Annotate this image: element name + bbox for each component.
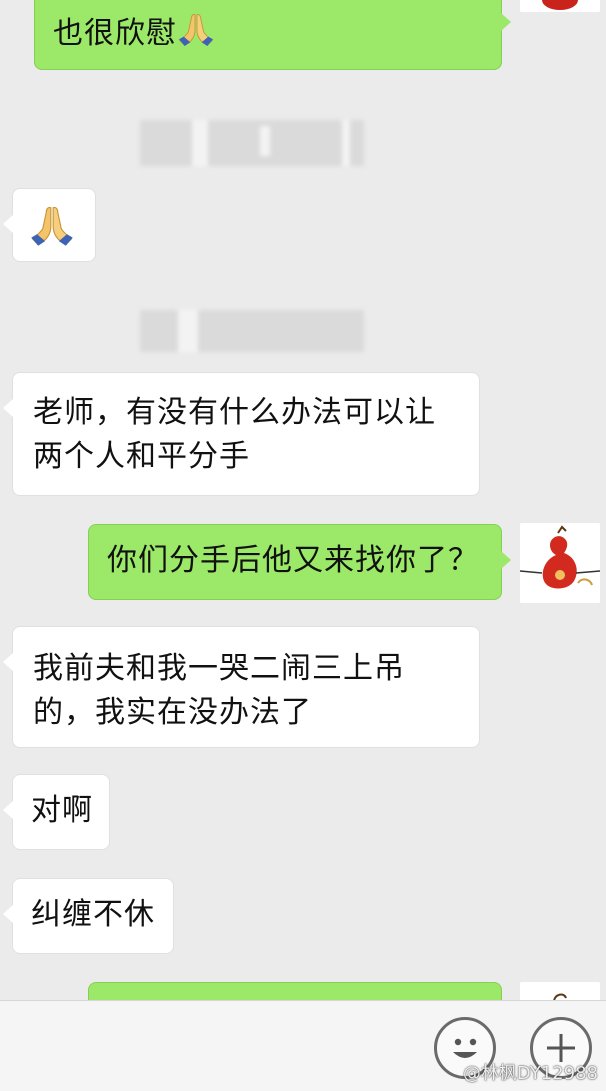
message-bubble-outgoing[interactable]: 你们分手后他又来找你了？: [88, 524, 511, 600]
message-text: 也很欣慰: [53, 11, 483, 56]
message-text: 老师，有没有什么办法可以让: [33, 395, 436, 430]
message-text: 两个人和平分手: [33, 439, 250, 474]
message-text: 纠缠不休: [31, 897, 155, 932]
message-bubble-incoming[interactable]: 对啊: [3, 774, 110, 850]
avatar[interactable]: [520, 523, 600, 603]
message-bubble-incoming[interactable]: 纠缠不休: [3, 878, 174, 954]
avatar-gourd-icon: [520, 0, 600, 12]
watermark: @林枫DY12988: [462, 1063, 598, 1084]
message-text: 对啊: [31, 793, 93, 828]
avatar[interactable]: [520, 982, 600, 1000]
message-bubble-incoming[interactable]: [3, 188, 96, 262]
message-text: 你们分手后他又来找你了？: [107, 543, 479, 578]
avatar-gourd-icon: [520, 523, 600, 603]
message-bubble-outgoing[interactable]: 也很欣慰: [34, 0, 511, 70]
chat-area: 也很欣慰 老师，有没有什么办法可以让 两个人和平分手 你们分手后他又来找你了？: [0, 0, 606, 1000]
blurred-info: [140, 310, 364, 352]
avatar[interactable]: [520, 0, 600, 12]
message-text: 的，我实在没办法了: [33, 695, 312, 730]
avatar-gourd-icon: [520, 982, 600, 1000]
praying-hands-icon: [177, 11, 215, 47]
input-bar: @林枫DY12988: [0, 1000, 606, 1091]
message-bubble-outgoing[interactable]: [88, 982, 502, 1000]
message-bubble-incoming[interactable]: 我前夫和我一哭二闹三上吊 的，我实在没办法了: [3, 626, 480, 748]
praying-hands-icon: [29, 203, 75, 247]
message-text: 我前夫和我一哭二闹三上吊: [33, 651, 405, 686]
blurred-info: [140, 120, 364, 166]
message-bubble-incoming[interactable]: 老师，有没有什么办法可以让 两个人和平分手: [3, 372, 480, 496]
